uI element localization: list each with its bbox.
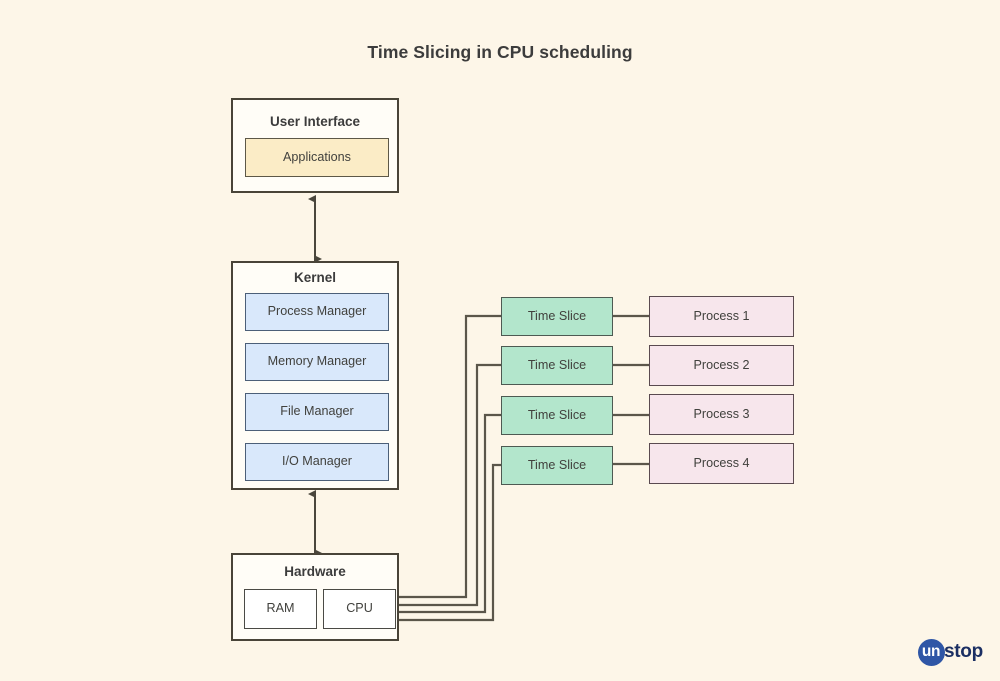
process-node-2[interactable]: Process 2 xyxy=(649,345,794,386)
time-slice-node-1[interactable]: Time Slice xyxy=(501,297,613,336)
unstop-logo: un stop xyxy=(918,637,983,667)
process-node-1[interactable]: Process 1 xyxy=(649,296,794,337)
connector-cpu-timeslice-3 xyxy=(390,413,503,614)
time-slice-node-2[interactable]: Time Slice xyxy=(501,346,613,385)
time-slice-node-4[interactable]: Time Slice xyxy=(501,446,613,485)
user-interface-box: User Interface Applications xyxy=(231,98,399,193)
kernel-module-io-manager[interactable]: I/O Manager xyxy=(245,443,389,481)
kernel-module-process-manager[interactable]: Process Manager xyxy=(245,293,389,331)
connector-timeslice-process-group xyxy=(613,314,649,466)
kernel-box: Kernel Process Manager Memory Manager Fi… xyxy=(231,261,399,490)
page-title: Time Slicing in CPU scheduling xyxy=(367,42,633,62)
kernel-module-memory-manager[interactable]: Memory Manager xyxy=(245,343,389,381)
time-slice-node-3[interactable]: Time Slice xyxy=(501,396,613,435)
connector-cpu-timeslice-2 xyxy=(390,363,503,607)
process-node-3[interactable]: Process 3 xyxy=(649,394,794,435)
hardware-unit-cpu[interactable]: CPU xyxy=(323,589,396,629)
kernel-title: Kernel xyxy=(293,270,337,285)
unstop-logo-word: stop xyxy=(944,641,983,662)
connector-cpu-timeslice-1 xyxy=(390,314,503,599)
hardware-box: Hardware RAM CPU xyxy=(231,553,399,641)
connector-cpu-timeslices xyxy=(390,314,503,622)
unstop-logo-mark: un xyxy=(918,638,945,666)
applications-node[interactable]: Applications xyxy=(245,138,389,177)
connector-cpu-timeslice-4 xyxy=(390,463,503,622)
connector-layer xyxy=(308,195,649,622)
hardware-title: Hardware xyxy=(284,564,346,579)
kernel-module-file-manager[interactable]: File Manager xyxy=(245,393,389,431)
hardware-unit-ram[interactable]: RAM xyxy=(244,589,317,629)
process-node-4[interactable]: Process 4 xyxy=(649,443,794,484)
user-interface-title: User Interface xyxy=(269,114,361,129)
diagram-canvas: Time Slicing in CPU scheduling User Inte… xyxy=(0,0,1000,681)
